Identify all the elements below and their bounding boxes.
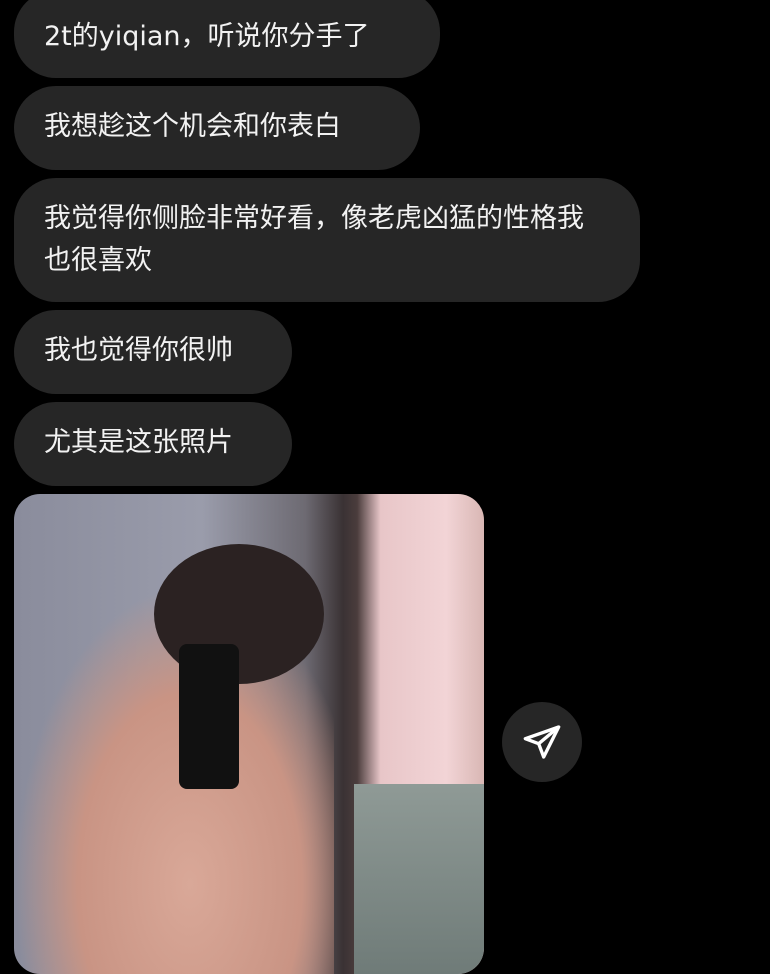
paper-plane-icon (523, 725, 561, 759)
photo-background (354, 784, 484, 974)
message-bubble: 我觉得你侧脸非常好看，像老虎凶猛的性格我也很喜欢 (14, 178, 640, 302)
share-button[interactable] (502, 702, 582, 782)
message-bubble: 尤其是这张照片 (14, 402, 292, 486)
photo-phone (179, 644, 239, 789)
message-bubble: 我想趁这个机会和你表白 (14, 86, 420, 170)
message-bubble: 我也觉得你很帅 (14, 310, 292, 394)
message-bubble: 2t的yiqian，听说你分手了 (14, 0, 440, 78)
shared-photo[interactable] (14, 494, 484, 974)
